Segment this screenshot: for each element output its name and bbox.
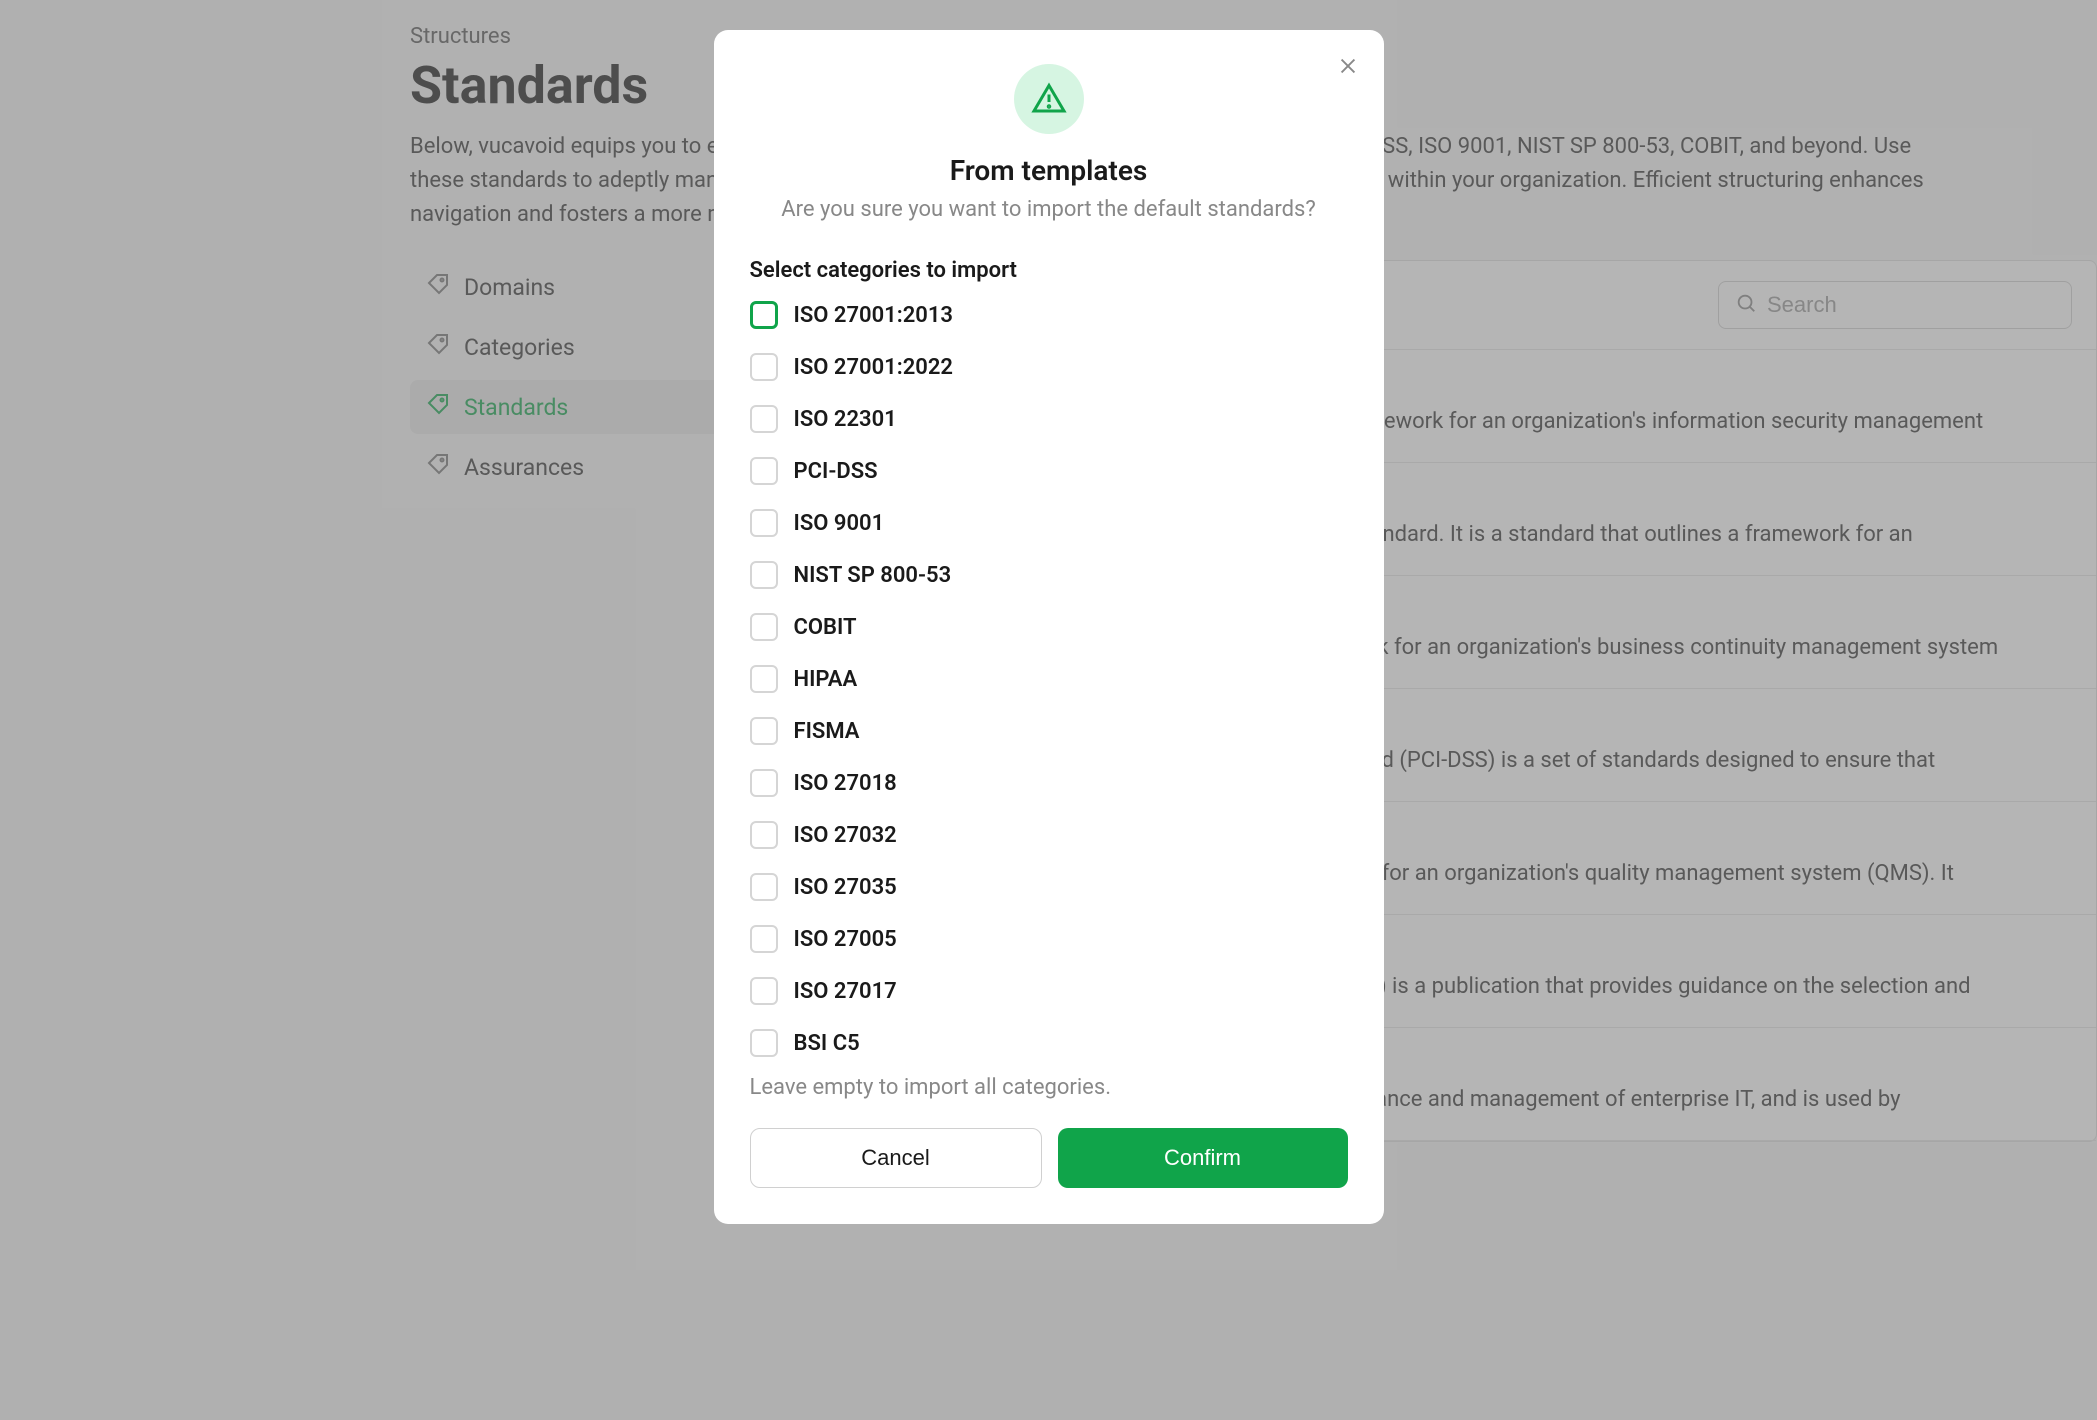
checkbox-label: ISO 27035 (794, 875, 897, 900)
checkbox-label: ISO 27001:2013 (794, 303, 954, 328)
checkbox-label: BSI C5 (794, 1031, 860, 1056)
checkbox-row[interactable]: ISO 27018 (750, 769, 1348, 797)
checkbox[interactable] (750, 769, 778, 797)
checkbox-row[interactable]: BSI C5 (750, 1029, 1348, 1057)
checkbox-row[interactable]: ISO 27017 (750, 977, 1348, 1005)
modal-title: From templates (750, 154, 1348, 187)
checkbox[interactable] (750, 405, 778, 433)
checkbox-row[interactable]: ISO 22301 (750, 405, 1348, 433)
modal-overlay[interactable]: From templates Are you sure you want to … (0, 0, 2097, 1420)
checkbox-row[interactable]: ISO 27001:2022 (750, 353, 1348, 381)
checkbox-label: NIST SP 800-53 (794, 563, 952, 588)
checkbox[interactable] (750, 353, 778, 381)
checkbox-label: ISO 27017 (794, 979, 897, 1004)
close-button[interactable] (1330, 48, 1366, 84)
checkbox-label: ISO 27018 (794, 771, 897, 796)
import-modal: From templates Are you sure you want to … (714, 30, 1384, 1224)
checkbox[interactable] (750, 665, 778, 693)
checkbox-label: ISO 27005 (794, 927, 897, 952)
checkbox-row[interactable]: ISO 27032 (750, 821, 1348, 849)
checkbox[interactable] (750, 821, 778, 849)
checkbox-row[interactable]: ISO 9001 (750, 509, 1348, 537)
checkbox-label: FISMA (794, 719, 860, 744)
checkbox-list: ISO 27001:2013 ISO 27001:2022 ISO 22301 PCI… (750, 301, 1348, 1057)
warning-icon (1014, 64, 1084, 134)
checkbox-label: COBIT (794, 615, 857, 640)
checkbox-row[interactable]: ISO 27001:2013 (750, 301, 1348, 329)
checkbox[interactable] (750, 717, 778, 745)
cancel-button[interactable]: Cancel (750, 1128, 1042, 1188)
checkbox-row[interactable]: FISMA (750, 717, 1348, 745)
select-categories-label: Select categories to import (750, 258, 1348, 283)
checkbox-row[interactable]: COBIT (750, 613, 1348, 641)
confirm-button[interactable]: Confirm (1058, 1128, 1348, 1188)
checkbox[interactable] (750, 561, 778, 589)
checkbox-row[interactable]: ISO 27035 (750, 873, 1348, 901)
checkbox-label: ISO 27032 (794, 823, 897, 848)
checkbox[interactable] (750, 509, 778, 537)
checkbox[interactable] (750, 301, 778, 329)
checkbox-row[interactable]: HIPAA (750, 665, 1348, 693)
checkbox[interactable] (750, 873, 778, 901)
checkbox-label: ISO 22301 (794, 407, 897, 432)
checkbox[interactable] (750, 925, 778, 953)
checkbox-row[interactable]: NIST SP 800-53 (750, 561, 1348, 589)
checkbox[interactable] (750, 613, 778, 641)
import-hint: Leave empty to import all categories. (750, 1075, 1348, 1100)
modal-subtitle: Are you sure you want to import the defa… (750, 197, 1348, 222)
checkbox-label: HIPAA (794, 667, 858, 692)
modal-buttons: Cancel Confirm (750, 1128, 1348, 1188)
checkbox[interactable] (750, 977, 778, 1005)
checkbox-row[interactable]: PCI-DSS (750, 457, 1348, 485)
checkbox-row[interactable]: ISO 27005 (750, 925, 1348, 953)
checkbox[interactable] (750, 1029, 778, 1057)
checkbox-label: ISO 27001:2022 (794, 355, 954, 380)
checkbox-label: ISO 9001 (794, 511, 885, 536)
checkbox-label: PCI-DSS (794, 459, 878, 484)
checkbox[interactable] (750, 457, 778, 485)
